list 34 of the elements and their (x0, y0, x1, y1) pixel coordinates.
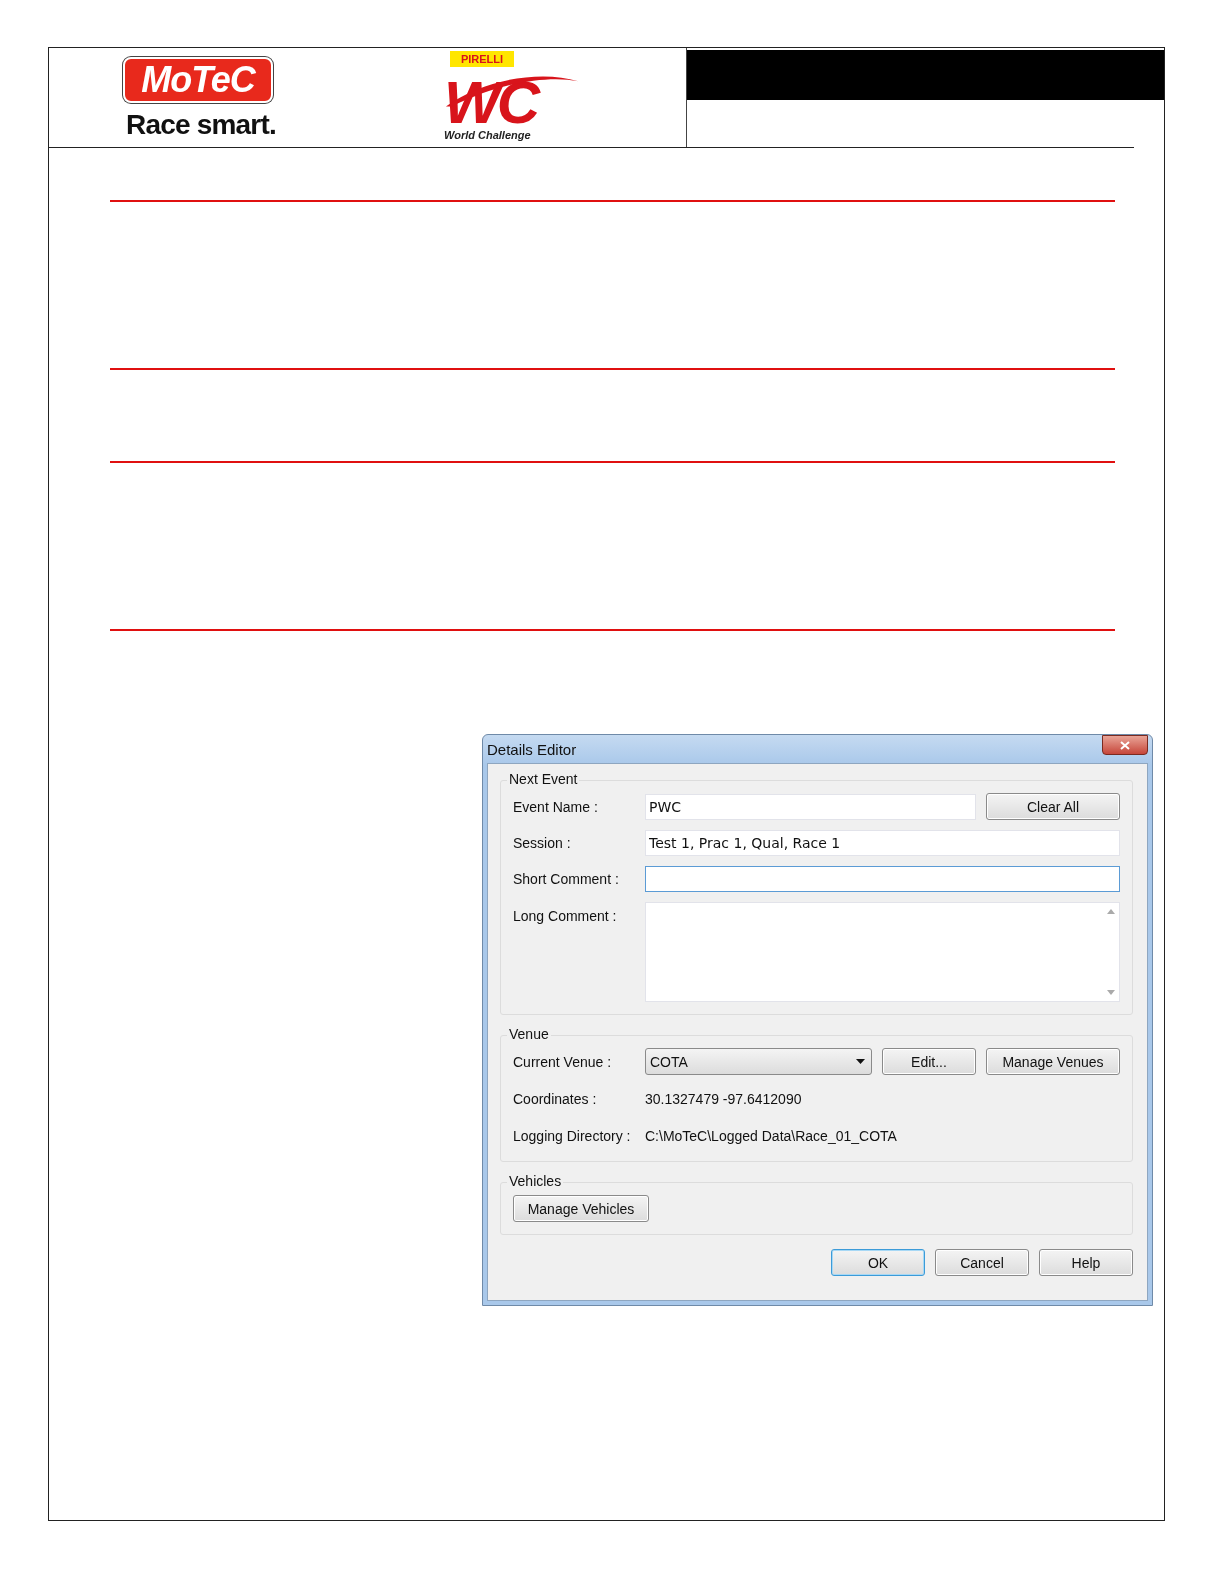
field-label: Session : (513, 835, 572, 851)
clear-all-button[interactable]: Clear All (986, 793, 1120, 820)
dropdown-arrow-icon (856, 1059, 865, 1064)
scroll-down-icon[interactable] (1106, 990, 1115, 995)
sponsor-logo: PIRELLI (450, 51, 514, 67)
field-label: Long Comment : (513, 908, 618, 924)
long-comment-field[interactable] (645, 902, 1120, 1002)
field-value: 30.1327479 -97.6412090 (645, 1090, 802, 1107)
field-label: Current Venue : (513, 1053, 613, 1070)
window-title: Details Editor (487, 740, 577, 758)
group-legend: Venue (507, 1026, 551, 1042)
venue-dropdown[interactable]: COTA (645, 1048, 872, 1075)
field-label: Short Comment : (513, 871, 620, 887)
text-field[interactable] (645, 866, 1120, 892)
text-field[interactable]: PWC (645, 793, 976, 820)
group-legend: Next Event (507, 771, 580, 787)
motec-logo: MoTeC (123, 57, 273, 103)
text-field[interactable]: Test 1, Prac 1, Qual, Race 1 (645, 830, 1120, 856)
close-icon (1120, 740, 1130, 750)
group-legend: Vehicles (507, 1173, 564, 1189)
field-value: C:\MoTeC\Logged Data\Race_01_COTA (645, 1127, 897, 1144)
scroll-up-icon[interactable] (1106, 909, 1115, 914)
manage-vehicles-button[interactable]: Manage Vehicles (513, 1195, 649, 1222)
close-button[interactable] (1102, 735, 1148, 755)
edit-button[interactable]: Edit... (882, 1048, 976, 1075)
dialog-button[interactable]: Help (1039, 1249, 1133, 1276)
dialog-button[interactable]: OK (831, 1249, 925, 1276)
manage-venues-button[interactable]: Manage Venues (986, 1048, 1120, 1075)
field-label: Logging Directory : (513, 1127, 632, 1144)
field-label: Coordinates : (513, 1090, 598, 1107)
series-name: World Challenge (444, 129, 531, 141)
dialog-button[interactable]: Cancel (935, 1249, 1029, 1276)
tagline: Race smart. (126, 109, 276, 141)
field-label: Event Name : (513, 798, 599, 815)
